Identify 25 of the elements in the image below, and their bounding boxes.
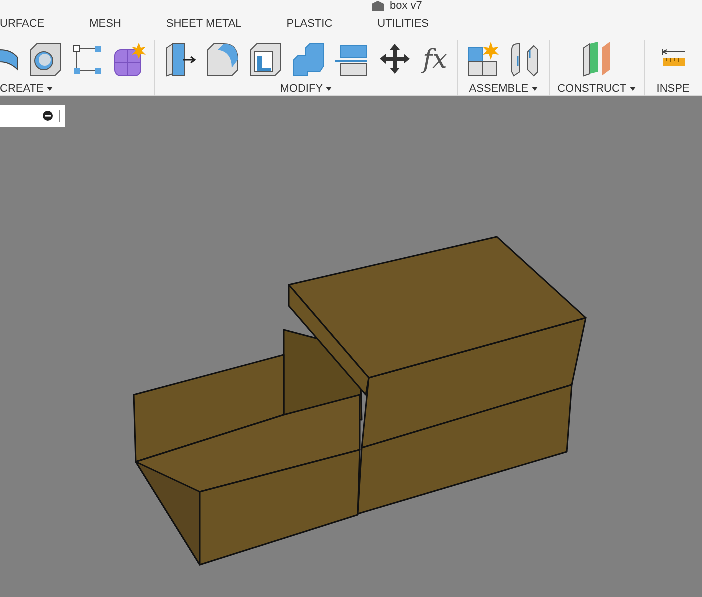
group-menu[interactable]: CREATE (0, 83, 53, 95)
cube-icon (372, 1, 384, 11)
combine-icon[interactable] (292, 42, 326, 78)
function-button[interactable]: fx (421, 42, 450, 78)
toolbar-tab[interactable]: URFACE (0, 18, 45, 34)
group-menu[interactable]: ASSEMBLE (469, 83, 538, 95)
caret-icon[interactable] (326, 87, 332, 91)
cube-star-icon[interactable] (113, 42, 147, 78)
toolbar-tab[interactable]: UTILITIES (378, 18, 429, 34)
hole-icon[interactable] (29, 42, 63, 78)
caret-icon[interactable] (532, 87, 538, 91)
fillet-icon[interactable] (206, 42, 240, 78)
joint-icon[interactable] (510, 42, 540, 78)
toolbar-tab[interactable]: SHEET METAL (166, 18, 242, 34)
collapse-icon[interactable] (43, 111, 53, 121)
group-menu[interactable]: MODIFY (280, 83, 332, 95)
caret-icon[interactable] (46, 87, 53, 91)
toolbar-tab[interactable]: MESH (90, 18, 122, 34)
shell-icon[interactable] (249, 42, 283, 78)
toolbar-tab[interactable]: PLASTIC (286, 18, 333, 34)
caret-icon[interactable] (630, 87, 636, 91)
document-title: box v7 (390, 0, 422, 12)
group-menu[interactable]: CONSTRUCT (558, 83, 636, 95)
group-menu[interactable]: INSPE (656, 83, 690, 95)
new-component-icon[interactable] (466, 42, 501, 78)
